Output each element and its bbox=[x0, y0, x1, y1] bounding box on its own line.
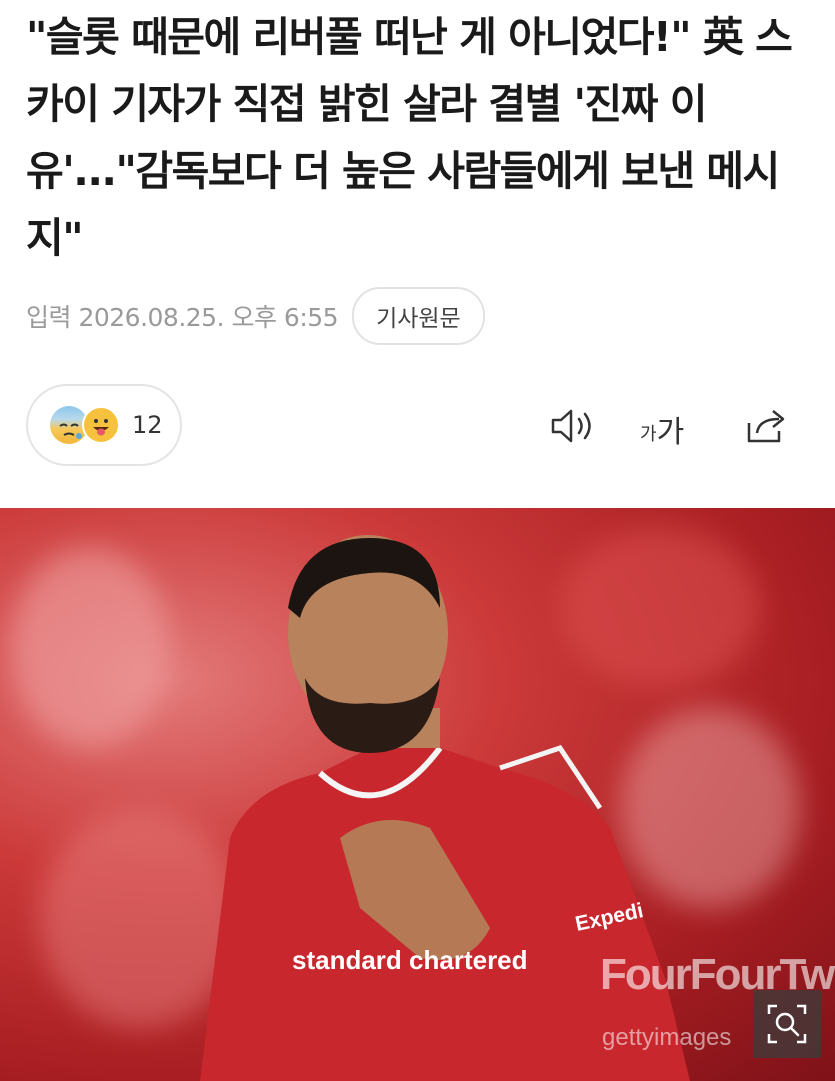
publish-date: 입력 2026.08.25. 오후 6:55 bbox=[26, 303, 339, 332]
zoom-icon bbox=[767, 1004, 807, 1044]
tongue-out-emoji-icon bbox=[82, 406, 120, 444]
reaction-button[interactable]: 12 bbox=[26, 384, 182, 466]
font-large-label: 가 bbox=[656, 415, 685, 450]
article-headline: "슬롯 때문에 리버풀 떠난 게 아니었다!" 英 스카이 기자가 직접 밝힌 … bbox=[26, 13, 793, 262]
share-icon bbox=[747, 410, 785, 443]
share-button[interactable] bbox=[742, 402, 790, 450]
jersey-sponsor-text: standard chartered bbox=[292, 945, 528, 975]
speaker-icon bbox=[551, 409, 591, 443]
photo-credit: gettyimages bbox=[602, 1024, 732, 1051]
original-article-button[interactable]: 기사원문 bbox=[352, 287, 485, 345]
audio-button[interactable] bbox=[548, 402, 596, 450]
zoom-button[interactable] bbox=[753, 990, 821, 1058]
reaction-count: 12 bbox=[132, 411, 163, 439]
font-size-button[interactable]: 가 가 bbox=[640, 404, 684, 448]
font-small-label: 가 bbox=[640, 424, 657, 445]
article-meta: 입력 2026.08.25. 오후 6:55 기사원문 bbox=[26, 287, 485, 345]
